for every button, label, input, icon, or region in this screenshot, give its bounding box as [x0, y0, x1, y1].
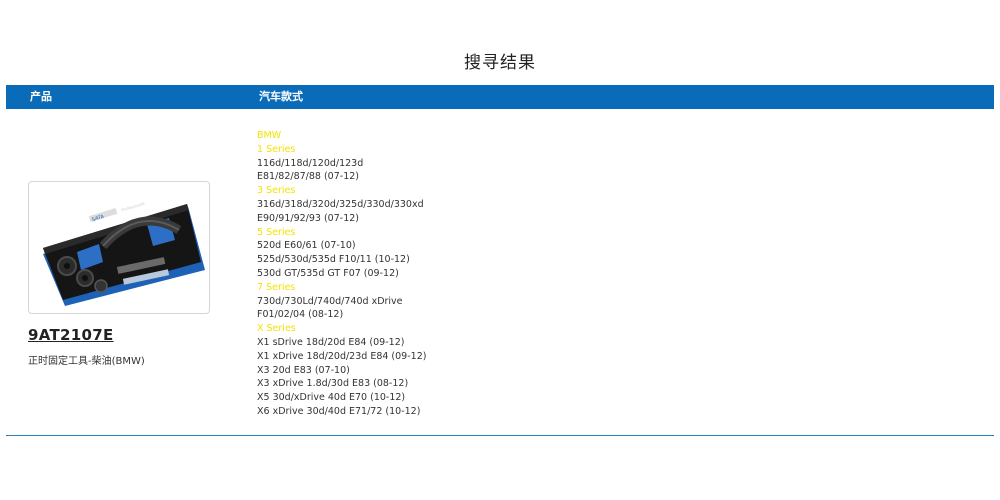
- model-series-heading: 7 Series: [257, 281, 296, 293]
- vehicle-models-list: BMW 1 Series 116d/118d/120d/123d E81/82/87/…: [257, 129, 757, 419]
- model-series-heading: 5 Series: [257, 226, 296, 238]
- model-list-item: 525d/530d/535d F10/11 (10-12): [257, 254, 410, 266]
- model-list-item: 316d/318d/320d/325d/330d/330xd: [257, 198, 424, 210]
- model-list-item: X3 xDrive 1.8d/30d E83 (08-12): [257, 378, 409, 390]
- model-series-heading: BMW: [257, 130, 282, 141]
- header-vehicle-models: 汽车款式: [259, 90, 303, 103]
- model-list-item: 116d/118d/120d/123d: [257, 157, 364, 169]
- model-list-item: 520d E60/61 (07-10): [257, 240, 356, 252]
- row-divider: [6, 435, 994, 436]
- model-list-item: E81/82/87/88 (07-12): [257, 171, 359, 183]
- model-series-heading: X Series: [257, 323, 296, 335]
- model-series-heading: 1 Series: [257, 143, 296, 155]
- model-list-item: F01/02/04 (08-12): [257, 309, 344, 321]
- brand-caption-text: Professional: [121, 201, 145, 213]
- model-list-item: X6 xDrive 30d/40d E71/72 (10-12): [257, 405, 421, 417]
- model-series-heading: 3 Series: [257, 185, 296, 197]
- model-list-item: 530d GT/535d GT F07 (09-12): [257, 267, 399, 279]
- model-list-item: X3 20d E83 (07-10): [257, 364, 350, 376]
- header-product: 产品: [30, 90, 52, 103]
- model-list-item: X5 30d/xDrive 40d E70 (10-12): [257, 392, 406, 404]
- model-list-item: X1 sDrive 18d/20d E84 (09-12): [257, 336, 405, 348]
- product-code-link[interactable]: 9AT2107E: [28, 326, 114, 344]
- timing-tool-kit-image: SATA Professional: [43, 201, 205, 306]
- product-description: 正时固定工具-柴油(BMW): [28, 356, 145, 367]
- results-table-header: 产品 汽车款式: [6, 85, 994, 109]
- page-title: 搜寻结果: [464, 53, 536, 73]
- model-list-item: 730d/730Ld/740d/740d xDrive: [257, 295, 403, 307]
- product-image-card[interactable]: SATA Professional: [28, 181, 210, 314]
- model-list-item: E90/91/92/93 (07-12): [257, 212, 359, 224]
- model-list-item: X1 xDrive 18d/20d/23d E84 (09-12): [257, 350, 427, 362]
